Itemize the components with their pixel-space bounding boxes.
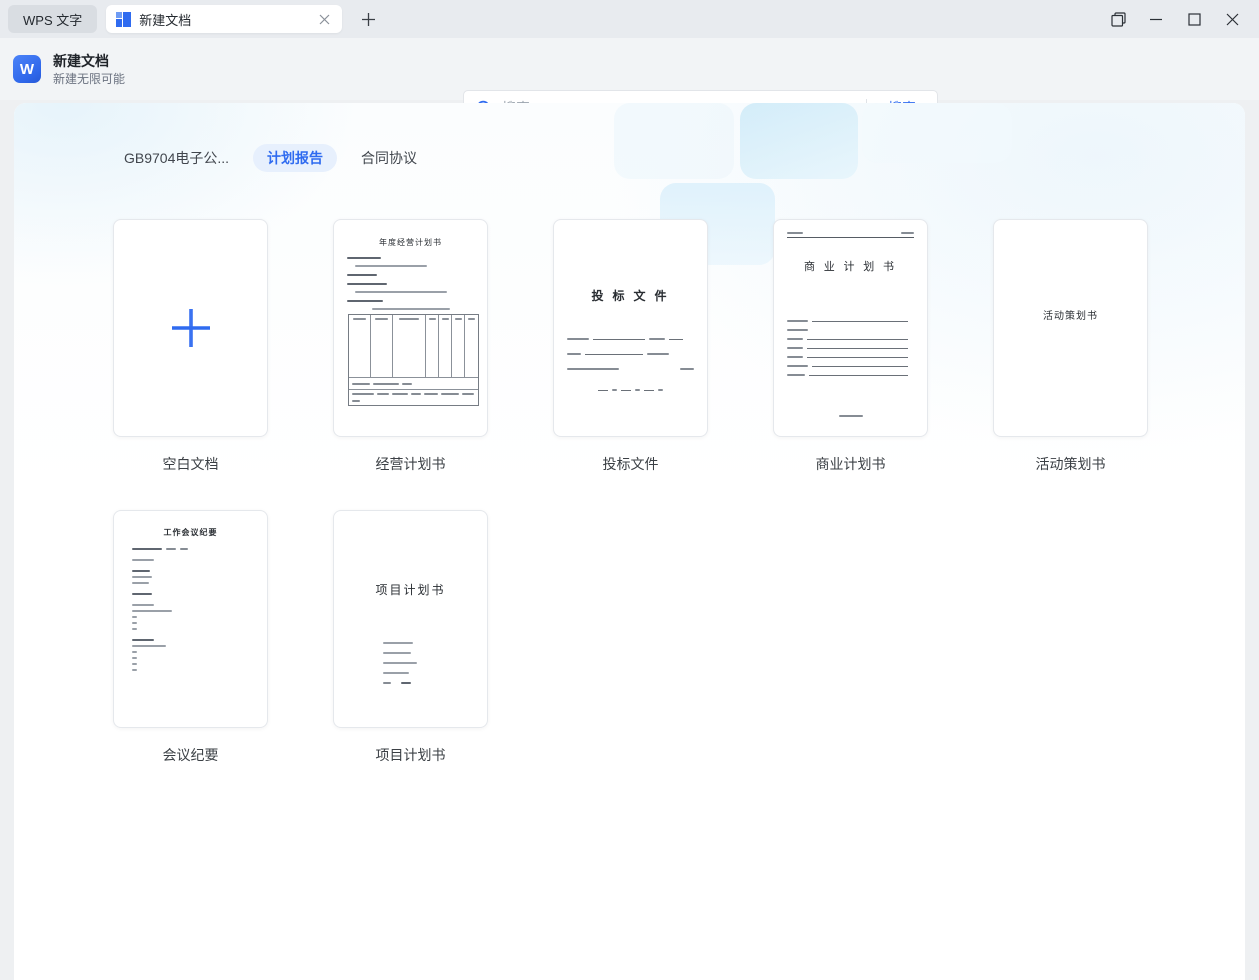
tab-close-icon[interactable] (316, 11, 332, 27)
category-filter-tabs: GB9704电子公... 计划报告 合同协议 (110, 144, 1245, 172)
template-label: 会议纪要 (113, 745, 268, 765)
new-tab-button[interactable] (356, 7, 380, 31)
template-cell-business-plan: 商 业 计 划 书 商业计划书 (773, 219, 928, 474)
window-controls (1099, 0, 1251, 38)
template-label: 活动策划书 (993, 454, 1148, 474)
template-card-bid-document[interactable]: 投 标 文 件 (553, 219, 708, 437)
thumb-title: 年度经营计划书 (347, 237, 474, 248)
thumb-title: 投 标 文 件 (567, 287, 694, 304)
template-label: 投标文件 (553, 454, 708, 474)
thumb-title: 活动策划书 (1007, 307, 1134, 322)
filter-gb9704[interactable]: GB9704电子公... (110, 144, 243, 172)
templates-panel: GB9704电子公... 计划报告 合同协议 空白文档 年度经营计划书 (14, 103, 1245, 980)
thumb-title: 商 业 计 划 书 (787, 258, 914, 274)
page-subtitle: 新建无限可能 (53, 71, 125, 87)
tab-new-document[interactable]: 新建文档 (106, 5, 342, 33)
template-cell-operating-plan: 年度经营计划书 (333, 219, 488, 474)
titlebar: WPS 文字 新建文档 (0, 0, 1259, 38)
template-cell-event-plan: 活动策划书 活动策划书 (993, 219, 1148, 474)
template-card-business-plan[interactable]: 商 业 计 划 书 (773, 219, 928, 437)
template-label: 商业计划书 (773, 454, 928, 474)
tab-wps-home-label: WPS 文字 (23, 10, 82, 29)
template-card-event-plan[interactable]: 活动策划书 (993, 219, 1148, 437)
thumb-table (348, 314, 479, 406)
template-cell-bid-document: 投 标 文 件 投标文件 (553, 219, 708, 474)
close-button[interactable] (1213, 0, 1251, 38)
minimize-button[interactable] (1137, 0, 1175, 38)
template-cell-blank: 空白文档 (113, 219, 268, 474)
header: W 新建文档 新建无限可能 搜索 (0, 38, 1259, 100)
template-card-operating-plan[interactable]: 年度经营计划书 (333, 219, 488, 437)
plus-icon (168, 305, 214, 351)
filter-contract[interactable]: 合同协议 (347, 144, 431, 172)
tab-wps-home[interactable]: WPS 文字 (8, 5, 97, 33)
wps-doc-icon (116, 12, 131, 27)
template-grid: 空白文档 年度经营计划书 (113, 219, 1245, 765)
template-label: 经营计划书 (333, 454, 488, 474)
tab-list-icon[interactable] (1099, 0, 1137, 38)
template-card-meeting-minutes[interactable]: 工作会议纪要 (113, 510, 268, 728)
wps-writer-logo: W (13, 55, 41, 83)
template-cell-meeting-minutes: 工作会议纪要 (113, 510, 268, 765)
template-label: 空白文档 (113, 454, 268, 474)
template-card-project-plan[interactable]: 项目计划书 (333, 510, 488, 728)
thumb-title: 项目计划书 (347, 581, 474, 598)
template-card-blank[interactable] (113, 219, 268, 437)
filter-plan-report[interactable]: 计划报告 (253, 144, 337, 172)
maximize-button[interactable] (1175, 0, 1213, 38)
tab-new-document-label: 新建文档 (139, 10, 316, 29)
template-cell-project-plan: 项目计划书 项目计划书 (333, 510, 488, 765)
template-label: 项目计划书 (333, 745, 488, 765)
thumb-title: 工作会议纪要 (132, 527, 249, 538)
page-title: 新建文档 (53, 52, 125, 70)
